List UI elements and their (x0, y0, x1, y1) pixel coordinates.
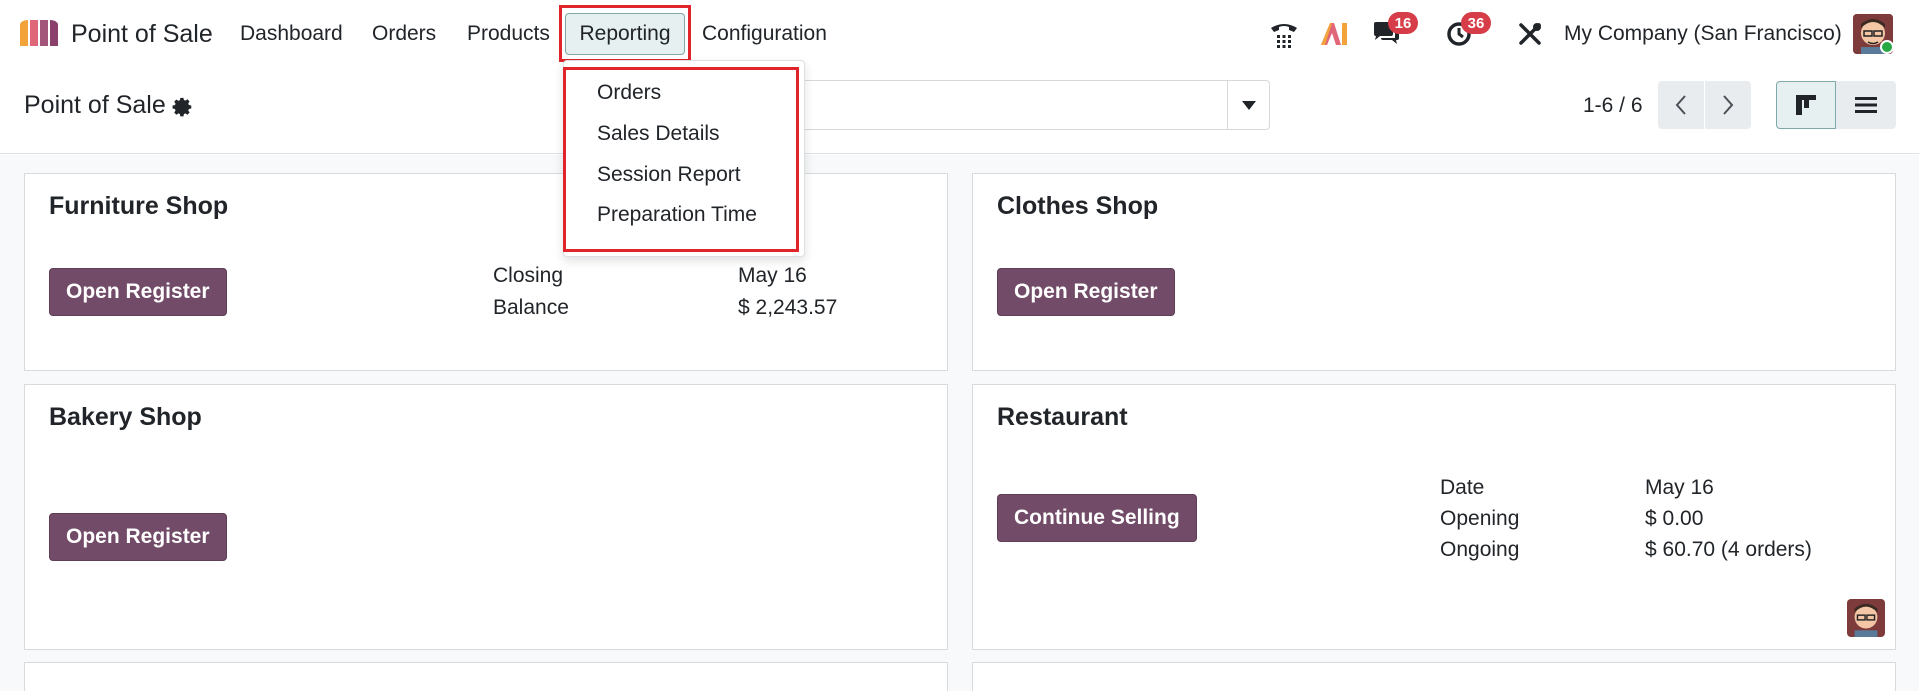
search-options-toggle[interactable] (1227, 81, 1269, 129)
company-switcher[interactable]: My Company (San Francisco) (1564, 22, 1842, 46)
menu-products[interactable]: Products (467, 22, 550, 46)
opening-label: Opening (1440, 507, 1520, 530)
card-restaurant[interactable]: Restaurant Continue Selling Date May 16 … (972, 384, 1896, 650)
reporting-dropdown-menu: Orders Sales Details Session Report Prep… (563, 60, 805, 257)
avatar[interactable] (1847, 599, 1885, 637)
chevron-left-icon (1675, 95, 1686, 115)
kanban-area: Furniture Shop Open Register Closing May… (0, 155, 1919, 691)
pager-value[interactable]: 1-6 / 6 (1583, 94, 1643, 118)
chevron-right-icon (1723, 95, 1734, 115)
app-name[interactable]: Point of Sale (71, 20, 213, 49)
tools-icon[interactable] (1514, 18, 1546, 50)
control-panel: Point of Sale 1-6 / 6 (0, 70, 1919, 154)
pager-previous-button[interactable] (1658, 81, 1704, 129)
pager-next-button[interactable] (1705, 81, 1751, 129)
closing-value: May 16 (738, 264, 807, 287)
kanban-view-button[interactable] (1776, 81, 1836, 129)
opening-value: $ 0.00 (1645, 507, 1704, 530)
balance-value: $ 2,243.57 (738, 296, 838, 319)
card-clothes-shop[interactable]: Clothes Shop Open Register (972, 173, 1896, 371)
ongoing-label: Ongoing (1440, 538, 1520, 561)
date-value: May 16 (1645, 476, 1714, 499)
activity-badge: 36 (1461, 12, 1491, 34)
gear-icon[interactable] (172, 96, 194, 118)
card-title: Bakery Shop (49, 403, 202, 431)
dropdown-item-sales-details[interactable]: Sales Details (597, 122, 720, 146)
card-title: Furniture Shop (49, 192, 229, 220)
caret-down-icon (1241, 100, 1256, 110)
menu-reporting[interactable]: Reporting (565, 13, 685, 55)
chat-icon[interactable]: 16 (1370, 12, 1418, 50)
menu-configuration[interactable]: Configuration (702, 22, 827, 46)
dropdown-item-session-report[interactable]: Session Report (597, 163, 741, 187)
phone-icon[interactable] (1268, 18, 1300, 50)
pos-app-logo-icon[interactable] (18, 18, 60, 48)
balance-label: Balance (493, 296, 569, 319)
menu-orders[interactable]: Orders (372, 22, 436, 46)
card-title: Clothes Shop (997, 192, 1159, 220)
card-furniture-shop[interactable]: Furniture Shop Open Register Closing May… (24, 173, 948, 371)
card-bakery-shop[interactable]: Bakery Shop Open Register (24, 384, 948, 650)
menu-dashboard[interactable]: Dashboard (240, 22, 343, 46)
open-register-button[interactable]: Open Register (49, 513, 227, 561)
ongoing-value: $ 60.70 (4 orders) (1645, 538, 1812, 561)
clock-icon[interactable]: 36 (1443, 12, 1491, 50)
open-register-button[interactable]: Open Register (997, 268, 1175, 316)
list-icon (1855, 97, 1877, 113)
closing-label: Closing (493, 264, 564, 287)
list-view-button[interactable] (1836, 81, 1896, 129)
top-navbar: Point of Sale Dashboard Orders Products … (0, 0, 1919, 70)
open-register-button[interactable]: Open Register (49, 268, 227, 316)
page-title: Point of Sale (24, 91, 166, 119)
continue-selling-button[interactable]: Continue Selling (997, 494, 1197, 542)
date-label: Date (1440, 476, 1485, 499)
card-partial-left[interactable] (24, 662, 948, 691)
card-title: Restaurant (997, 403, 1128, 431)
ai-icon[interactable] (1318, 18, 1350, 50)
dropdown-item-orders[interactable]: Orders (597, 81, 661, 105)
discuss-badge: 16 (1388, 12, 1418, 34)
dropdown-item-preparation-time[interactable]: Preparation Time (597, 203, 757, 227)
online-status-dot (1880, 40, 1894, 54)
kanban-icon (1796, 95, 1816, 115)
card-partial-right[interactable] (972, 662, 1896, 691)
